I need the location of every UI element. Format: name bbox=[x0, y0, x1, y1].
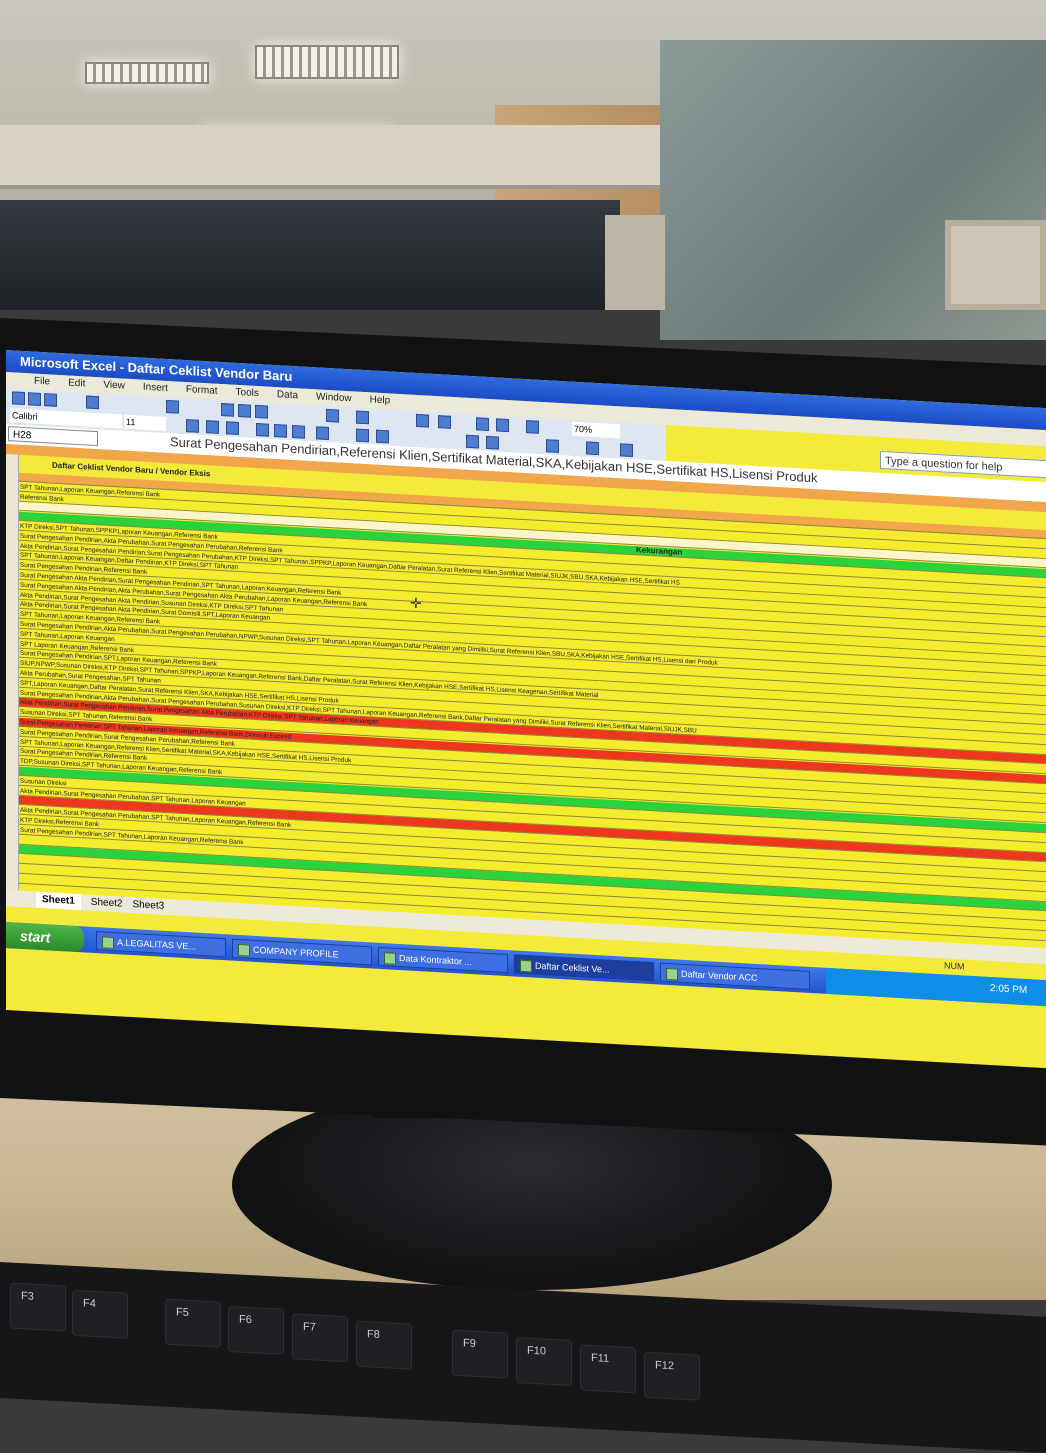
autosum-icon[interactable] bbox=[438, 415, 451, 429]
key-f3[interactable]: F3 bbox=[10, 1282, 66, 1332]
num-lock-indicator: NUM bbox=[944, 960, 965, 972]
new-icon[interactable] bbox=[12, 391, 25, 406]
key-f11[interactable]: F11 bbox=[580, 1344, 636, 1394]
menu-item[interactable]: Window bbox=[316, 389, 352, 407]
fill-color-icon[interactable] bbox=[586, 441, 599, 456]
cubicle-wall bbox=[0, 125, 660, 189]
menu-item[interactable]: View bbox=[103, 377, 125, 394]
menu-item[interactable]: File bbox=[34, 374, 50, 391]
menu-item[interactable]: Edit bbox=[68, 375, 85, 392]
taskbar-clock: 2:05 PM bbox=[990, 983, 1028, 997]
ceiling-light bbox=[85, 62, 209, 84]
align-left-icon[interactable] bbox=[256, 422, 269, 437]
menu-item[interactable]: Insert bbox=[143, 380, 168, 397]
undo-icon[interactable] bbox=[326, 408, 339, 423]
spreadsheet-grid[interactable]: SPT Tahunan,Laporan Keuangan,Referensi B… bbox=[6, 454, 1046, 952]
font-color-icon[interactable] bbox=[620, 443, 633, 458]
percent-icon[interactable] bbox=[376, 429, 389, 444]
borders-icon[interactable] bbox=[546, 439, 559, 453]
font-size-select[interactable]: 11 bbox=[124, 414, 166, 431]
redo-icon[interactable] bbox=[356, 410, 369, 425]
menu-item[interactable]: Data bbox=[277, 387, 298, 404]
key-f4[interactable]: F4 bbox=[72, 1289, 128, 1339]
bold-icon[interactable] bbox=[186, 419, 199, 433]
ceiling-light bbox=[255, 45, 399, 79]
hyperlink-icon[interactable] bbox=[416, 413, 429, 428]
menu-item[interactable]: Tools bbox=[236, 385, 259, 402]
cubicle-panel bbox=[0, 200, 620, 310]
currency-icon[interactable] bbox=[356, 428, 369, 443]
sort-ascending-icon[interactable] bbox=[476, 417, 489, 432]
key-f6[interactable]: F6 bbox=[228, 1305, 284, 1355]
underline-icon[interactable] bbox=[226, 421, 239, 436]
row-headers bbox=[6, 454, 19, 895]
monitor-screen: Microsoft Excel - Daftar Ceklist Vendor … bbox=[6, 350, 1046, 1069]
menu-item[interactable]: Help bbox=[370, 392, 391, 409]
key-f10[interactable]: F10 bbox=[516, 1337, 572, 1386]
key-f5[interactable]: F5 bbox=[165, 1298, 221, 1348]
key-f8[interactable]: F8 bbox=[356, 1320, 412, 1370]
cut-icon[interactable] bbox=[221, 403, 234, 417]
chart-wizard-icon[interactable] bbox=[526, 420, 539, 434]
merge-cells-icon[interactable] bbox=[316, 426, 329, 441]
sort-descending-icon[interactable] bbox=[496, 418, 509, 433]
italic-icon[interactable] bbox=[206, 420, 219, 434]
cell-cursor-icon: ✛ bbox=[410, 594, 422, 612]
start-button[interactable]: start bbox=[6, 922, 84, 953]
copy-icon[interactable] bbox=[238, 403, 251, 418]
tab-sheet2[interactable]: Sheet2 bbox=[91, 895, 123, 913]
decrease-indent-icon[interactable] bbox=[466, 434, 479, 449]
align-center-icon[interactable] bbox=[274, 423, 287, 438]
menu-item[interactable]: Format bbox=[186, 382, 218, 400]
print-icon[interactable] bbox=[86, 395, 99, 410]
cubicle-frame bbox=[605, 215, 665, 310]
paste-icon[interactable] bbox=[255, 404, 268, 419]
align-right-icon[interactable] bbox=[292, 424, 305, 439]
spelling-icon[interactable] bbox=[166, 399, 179, 414]
tab-sheet1[interactable]: Sheet1 bbox=[36, 891, 81, 911]
key-f12[interactable]: F12 bbox=[644, 1351, 700, 1401]
key-f9[interactable]: F9 bbox=[452, 1329, 508, 1379]
open-icon[interactable] bbox=[28, 392, 41, 406]
key-f7[interactable]: F7 bbox=[292, 1313, 348, 1363]
tab-sheet3[interactable]: Sheet3 bbox=[133, 897, 165, 915]
save-icon[interactable] bbox=[44, 393, 57, 407]
window-frame bbox=[945, 220, 1046, 310]
zoom-select[interactable]: 70% bbox=[572, 421, 620, 439]
increase-indent-icon[interactable] bbox=[486, 435, 499, 450]
